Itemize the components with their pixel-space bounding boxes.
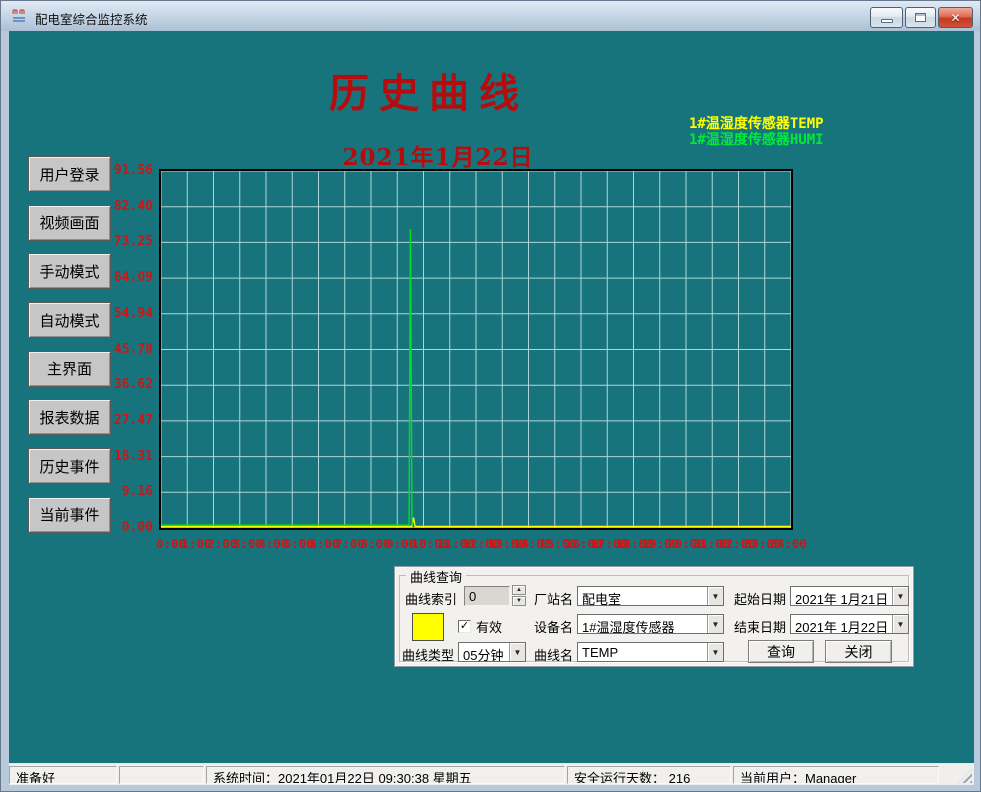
start-date-label: 起始日期 (734, 589, 786, 608)
curve-index-input[interactable]: 0 (464, 586, 510, 606)
device-label: 设备名 (534, 617, 573, 636)
statusbar: 准备好 系统时间：2021年01月22日 09:30:38 星期五 安全运行天数… (9, 763, 974, 785)
chevron-down-icon[interactable]: ▼ (509, 643, 525, 661)
y-tick-label: 73.25 (104, 234, 153, 249)
chevron-down-icon[interactable]: ▼ (707, 615, 723, 633)
query-button[interactable]: 查询 (748, 640, 814, 663)
chart-legend: 1#温湿度传感器TEMP1#温湿度传感器HUMI (689, 116, 824, 148)
curve-query-panel: 曲线查询 曲线索引 0 ▲ ▼ 厂站名 配电室 ▼ 起始日期 2021年 1月2… (394, 566, 914, 667)
end-date-select[interactable]: 2021年 1月22日 ▼ (790, 614, 909, 634)
legend-item-humi: 1#温湿度传感器HUMI (689, 132, 824, 148)
end-date-label: 结束日期 (734, 617, 786, 636)
y-tick-label: 36.62 (104, 377, 153, 392)
x-axis-labels: 0:001:002:003:004:005:006:007:008:009:00… (156, 536, 796, 552)
sidebar-button-user-login[interactable]: 用户登录 (28, 156, 111, 192)
spinner-down-icon[interactable]: ▼ (512, 596, 526, 606)
close-icon: ✕ (950, 12, 960, 24)
sidebar: 用户登录视频画面手动模式自动模式主界面报表数据历史事件当前事件 (28, 156, 111, 533)
query-panel-title: 曲线查询 (406, 567, 466, 586)
window-controls: ✕ (870, 7, 973, 28)
y-tick-label: 45.78 (104, 342, 153, 357)
main-client-area: 历史曲线 2021年1月22日 1#温湿度传感器TEMP1#温湿度传感器HUMI… (9, 31, 974, 763)
station-value: 配电室 (578, 587, 707, 605)
minimize-button[interactable] (870, 7, 903, 28)
close-panel-button[interactable]: 关闭 (825, 640, 892, 663)
status-blank (119, 766, 204, 784)
curve-index-label: 曲线索引 (405, 589, 457, 608)
curve-name-value: TEMP (578, 643, 707, 661)
curve-color-swatch[interactable] (412, 613, 444, 641)
curve-type-select[interactable]: 05分钟 ▼ (458, 642, 526, 662)
curve-name-label: 曲线名 (534, 645, 573, 664)
spinner-up-icon[interactable]: ▲ (512, 585, 526, 595)
sidebar-button-history-events[interactable]: 历史事件 (28, 448, 111, 484)
page-title: 历史曲线 (259, 61, 599, 119)
y-tick-label: 64.09 (104, 270, 153, 285)
legend-item-temp: 1#温湿度传感器TEMP (689, 116, 824, 132)
y-tick-label: 91.56 (104, 163, 153, 178)
device-select[interactable]: 1#温湿度传感器 ▼ (577, 614, 724, 634)
sidebar-button-auto-mode[interactable]: 自动模式 (28, 302, 111, 338)
curve-type-value: 05分钟 (459, 643, 509, 661)
window-title: 配电室综合监控系统 (35, 9, 148, 28)
valid-checkbox-row: ✓ 有效 (458, 617, 502, 636)
y-tick-label: 0.00 (104, 520, 153, 535)
close-button[interactable]: ✕ (938, 7, 973, 28)
chevron-down-icon[interactable]: ▼ (892, 587, 908, 605)
chevron-down-icon[interactable]: ▼ (892, 615, 908, 633)
y-tick-label: 9.16 (104, 484, 153, 499)
y-axis-labels: 91.5682.4073.2564.0954.9445.7836.6227.47… (104, 171, 156, 528)
query-groupbox: 曲线查询 曲线索引 0 ▲ ▼ 厂站名 配电室 ▼ 起始日期 2021年 1月2… (399, 575, 909, 662)
titlebar[interactable]: 配电室综合监控系统 ✕ (1, 1, 980, 31)
sidebar-button-video-view[interactable]: 视频画面 (28, 205, 111, 241)
minimize-icon (881, 19, 893, 23)
status-uptime: 安全运行天数： 216 (567, 766, 731, 784)
sidebar-button-manual-mode[interactable]: 手动模式 (28, 253, 111, 289)
status-current-user: 当前用户：Manager (733, 766, 939, 784)
curve-index-spinner: ▲ ▼ (512, 585, 526, 606)
chart-date-label: 2021年1月22日 (288, 138, 588, 172)
y-tick-label: 27.47 (104, 413, 153, 428)
device-value: 1#温湿度传感器 (578, 615, 707, 633)
resize-grip-icon[interactable] (958, 769, 972, 783)
status-ready: 准备好 (9, 766, 117, 784)
y-tick-label: 54.94 (104, 306, 153, 321)
maximize-icon (915, 13, 926, 22)
y-tick-label: 82.40 (104, 199, 153, 214)
y-tick-label: 18.31 (104, 449, 153, 464)
chart-plot-area (159, 169, 793, 530)
station-label: 厂站名 (534, 589, 573, 608)
sidebar-button-main-screen[interactable]: 主界面 (28, 351, 111, 387)
valid-checkbox[interactable]: ✓ (458, 620, 471, 633)
valid-label: 有效 (476, 617, 502, 636)
x-tick-label: 24:00 (769, 536, 807, 551)
maximize-button[interactable] (905, 7, 936, 28)
start-date-value: 2021年 1月21日 (791, 587, 892, 605)
sidebar-button-current-events[interactable]: 当前事件 (28, 497, 111, 533)
start-date-select[interactable]: 2021年 1月21日 ▼ (790, 586, 909, 606)
curve-type-label: 曲线类型 (402, 645, 454, 664)
status-system-time: 系统时间：2021年01月22日 09:30:38 星期五 (206, 766, 565, 784)
curve-name-select[interactable]: TEMP ▼ (577, 642, 724, 662)
app-window: 配电室综合监控系统 ✕ 历史曲线 2021年1月22日 1#温湿度传感器TEMP… (0, 0, 981, 792)
history-chart-svg (161, 171, 791, 528)
station-select[interactable]: 配电室 ▼ (577, 586, 724, 606)
sidebar-button-report-data[interactable]: 报表数据 (28, 399, 111, 435)
chevron-down-icon[interactable]: ▼ (707, 643, 723, 661)
app-icon (12, 9, 30, 24)
chevron-down-icon[interactable]: ▼ (707, 587, 723, 605)
end-date-value: 2021年 1月22日 (791, 615, 892, 633)
